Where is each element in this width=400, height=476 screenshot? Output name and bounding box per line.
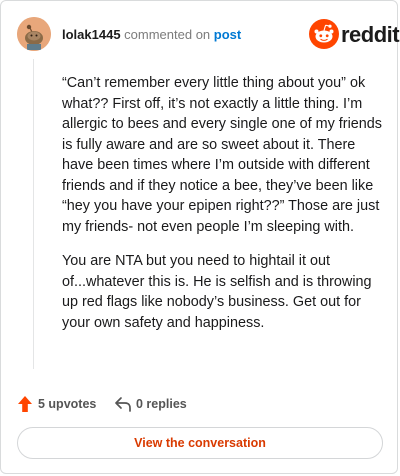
comment-meta: lolak1445 commented on post [62,27,241,42]
upvotes-count[interactable]: 5 upvotes [38,397,96,411]
replies-count[interactable]: 0 replies [136,397,187,411]
view-conversation-button[interactable]: View the conversation [17,427,383,459]
avatar-icon [17,17,51,51]
reply-arrow-icon[interactable] [114,395,132,413]
username-link[interactable]: lolak1445 [62,27,121,42]
comment-card: lolak1445 commented on post reddit “Can’… [0,0,400,474]
avatar[interactable] [17,17,51,51]
comment-actions: 5 upvotes 0 replies [17,393,383,415]
thread-line [33,59,34,369]
reddit-wordmark: reddit [341,22,400,47]
comment-paragraph: You are NTA but you need to hightail it … [62,253,372,331]
comment-body: “Can’t remember every little thing about… [62,73,390,347]
upvote-arrow-icon[interactable] [17,395,33,413]
post-link[interactable]: post [214,27,241,42]
comment-paragraph: “Can’t remember every little thing about… [62,75,382,235]
reddit-logo-icon [309,19,339,49]
commented-on-text: commented on [124,27,211,42]
reddit-brand[interactable]: reddit [309,19,400,49]
comment-header: lolak1445 commented on post reddit [17,17,400,51]
